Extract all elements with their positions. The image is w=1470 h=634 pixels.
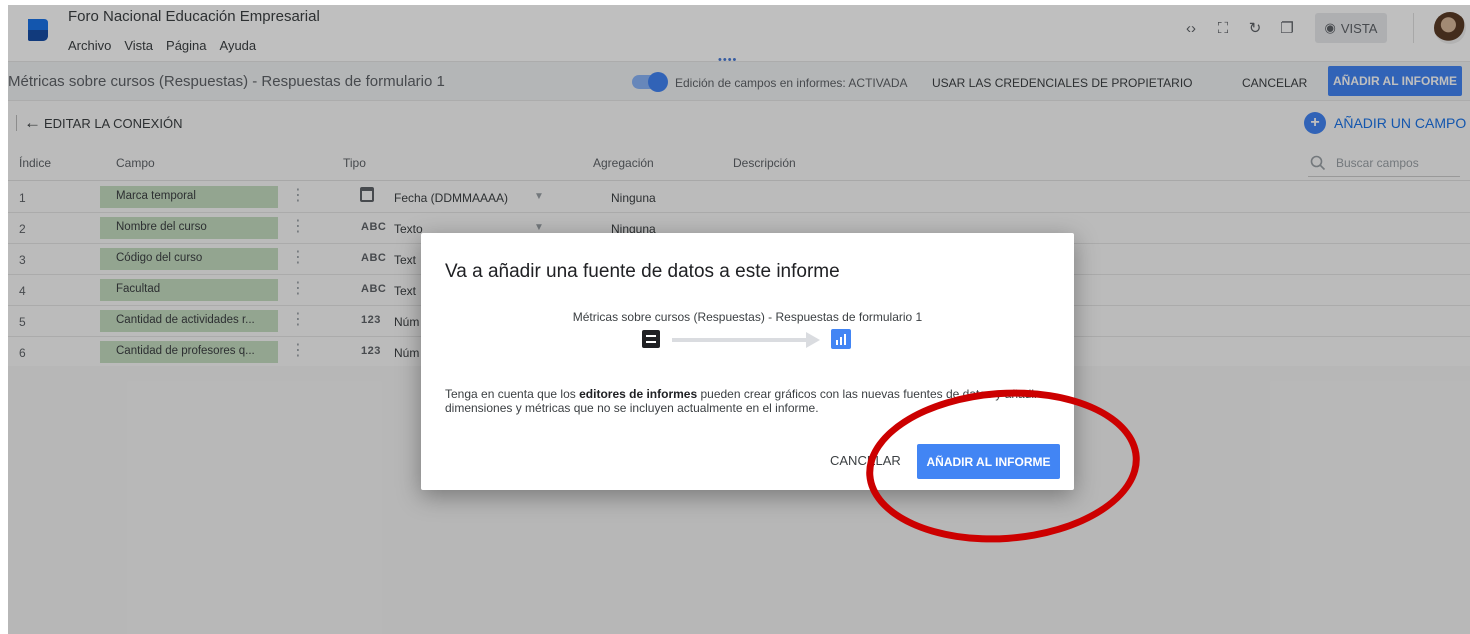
flow-arrow-line (672, 338, 808, 342)
arrow-right-icon (806, 332, 820, 348)
dialog-note: Tenga en cuenta que los editores de info… (445, 387, 1055, 415)
dialog-source-name: Métricas sobre cursos (Respuestas) - Res… (572, 310, 923, 324)
dialog-add-to-report-button[interactable]: AÑADIR AL INFORME (917, 444, 1060, 479)
dialog-title: Va a añadir una fuente de datos a este i… (445, 261, 840, 282)
dialog-cancel-button[interactable]: CANCELAR (830, 453, 901, 468)
note-text: Tenga en cuenta que los (445, 387, 580, 401)
data-source-icon (642, 330, 660, 348)
note-emphasis: editores de informes (579, 387, 698, 401)
report-icon (831, 329, 851, 349)
add-data-source-dialog: Va a añadir una fuente de datos a este i… (421, 233, 1074, 490)
